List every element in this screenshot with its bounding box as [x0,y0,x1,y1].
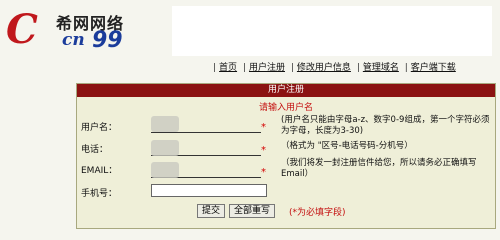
email-required: * [261,167,266,178]
logo-number: 99 [92,28,123,53]
phone-blur [151,140,179,156]
username-blur [151,116,179,132]
phone-note: （格式为 "区号-电话号码-分机号） [281,141,413,151]
banner-area [172,6,492,56]
username-note: (用户名只能由字母a-z、数字0-9组成，第一个字符必须为字母，长度为3-30) [281,115,490,136]
submit-button[interactable]: 提交 [197,204,226,218]
phone-label: 电话： [81,145,109,155]
email-note: （我们将发一封注册信件给您，所以请务必正确填写Email） [281,158,477,179]
register-panel: 用户注册 请输入用户名 用户名： * (用户名只能由字母a-z、数字0-9组成，… [76,83,496,229]
username-label: 用户名： [81,123,118,133]
email-label: EMAIL： [81,166,118,176]
reset-button[interactable]: 全部重写 [229,204,276,218]
nav-edit-user-link[interactable]: 修改用户信息 [297,63,351,73]
email-blur [151,162,179,178]
mobile-input[interactable] [151,184,267,197]
header: C 希网网络 cn 99 [0,0,500,62]
nav-register-link[interactable]: 用户注册 [249,63,285,73]
mobile-label: 手机号： [81,189,118,199]
logo[interactable]: C 希网网络 cn 99 [4,4,164,60]
nav-manage-domain-link[interactable]: 管理域名 [363,63,399,73]
logo-mark: cn [62,30,85,50]
top-nav: | 首页 | 用户注册 | 修改用户信息 | 管理域名 | 客户端下载 [213,63,456,73]
nav-home-link[interactable]: 首页 [219,63,237,73]
logo-c-glyph: C [6,6,38,53]
username-required: * [261,122,266,133]
phone-required: * [261,145,266,156]
nav-client-download-link[interactable]: 客户端下载 [411,63,456,73]
required-hint: (*为必填字段) [289,208,346,218]
panel-subtitle: 请输入用户名 [258,103,313,113]
panel-header: 用户注册 [77,84,495,97]
